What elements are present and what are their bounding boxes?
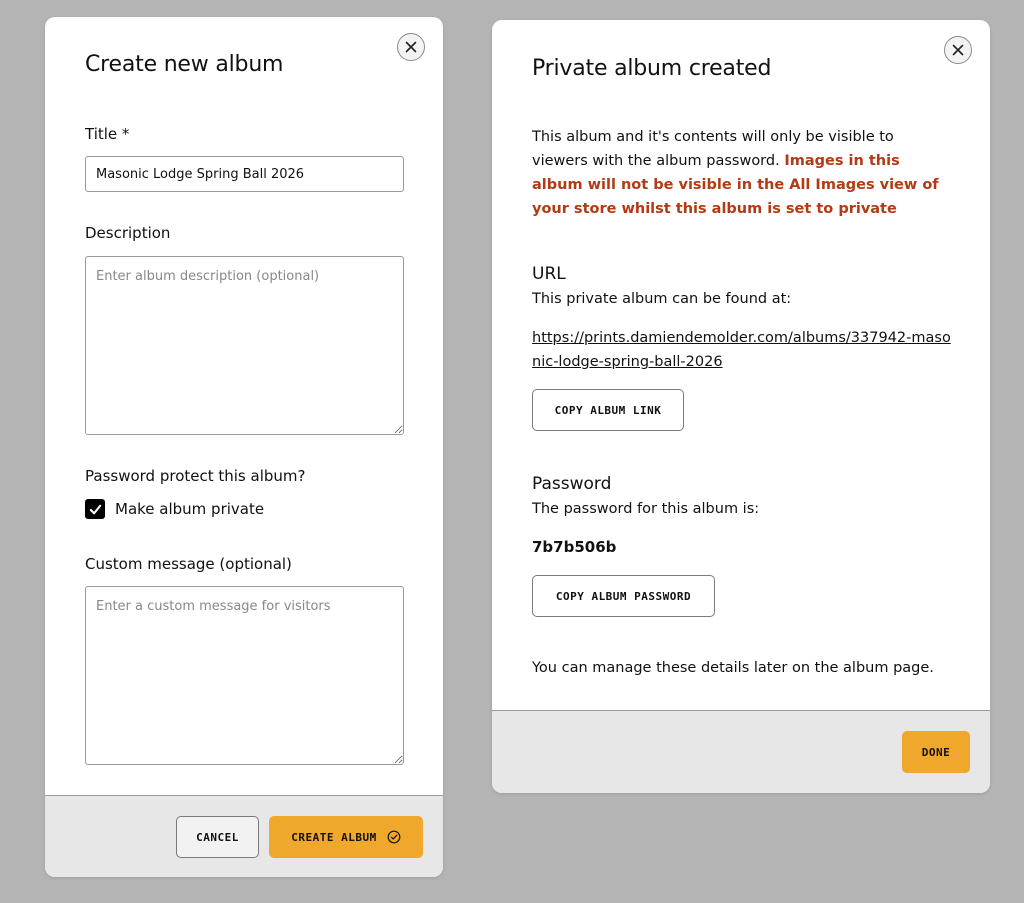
checkbox-checked[interactable] bbox=[85, 499, 105, 519]
password-value: 7b7b506b bbox=[532, 538, 617, 556]
custom-message-textarea[interactable] bbox=[85, 586, 404, 765]
description-textarea[interactable] bbox=[85, 256, 404, 435]
private-album-created-modal: Private album created This album and it'… bbox=[492, 20, 990, 793]
title-field-label: Title * bbox=[85, 125, 130, 143]
copy-album-password-button[interactable]: COPY ALBUM PASSWORD bbox=[532, 575, 715, 617]
description-field-label: Description bbox=[85, 224, 171, 242]
done-button-label: DONE bbox=[921, 745, 951, 759]
url-heading: URL bbox=[532, 264, 566, 284]
make-private-label: Make album private bbox=[115, 500, 265, 518]
close-created-modal-button[interactable] bbox=[944, 36, 972, 64]
checkmark-icon bbox=[89, 504, 101, 514]
make-private-checkbox[interactable]: Make album private bbox=[85, 499, 264, 519]
create-album-modal: Create new album Title * Description Pas… bbox=[45, 17, 443, 877]
create-album-button[interactable]: CREATE ALBUM bbox=[269, 816, 423, 858]
title-input[interactable] bbox=[85, 156, 404, 192]
copy-album-link-label: COPY ALBUM LINK bbox=[554, 403, 662, 417]
password-description: The password for this album is: bbox=[532, 501, 760, 517]
privacy-notice: This album and it's contents will only b… bbox=[532, 125, 952, 221]
create-album-button-label: CREATE ALBUM bbox=[291, 830, 377, 844]
cancel-button-label: CANCEL bbox=[196, 830, 239, 844]
close-create-modal-button[interactable] bbox=[397, 33, 425, 61]
copy-album-link-button[interactable]: COPY ALBUM LINK bbox=[532, 389, 684, 431]
url-description: This private album can be found at: bbox=[532, 291, 792, 307]
check-circle-icon bbox=[387, 830, 401, 844]
create-modal-footer: CANCEL CREATE ALBUM bbox=[45, 795, 443, 877]
album-link[interactable]: https://prints.damiendemolder.com/albums… bbox=[532, 326, 952, 374]
custom-message-label: Custom message (optional) bbox=[85, 555, 292, 573]
close-icon bbox=[405, 41, 417, 53]
close-icon bbox=[952, 44, 964, 56]
copy-album-password-label: COPY ALBUM PASSWORD bbox=[555, 589, 692, 603]
cancel-button[interactable]: CANCEL bbox=[176, 816, 259, 858]
manage-note: You can manage these details later on th… bbox=[532, 660, 934, 676]
password-protect-label: Password protect this album? bbox=[85, 467, 306, 485]
done-button[interactable]: DONE bbox=[902, 731, 970, 773]
password-heading: Password bbox=[532, 474, 612, 494]
created-modal-title: Private album created bbox=[532, 56, 772, 81]
create-modal-title: Create new album bbox=[85, 52, 284, 77]
created-modal-footer: DONE bbox=[492, 710, 990, 793]
